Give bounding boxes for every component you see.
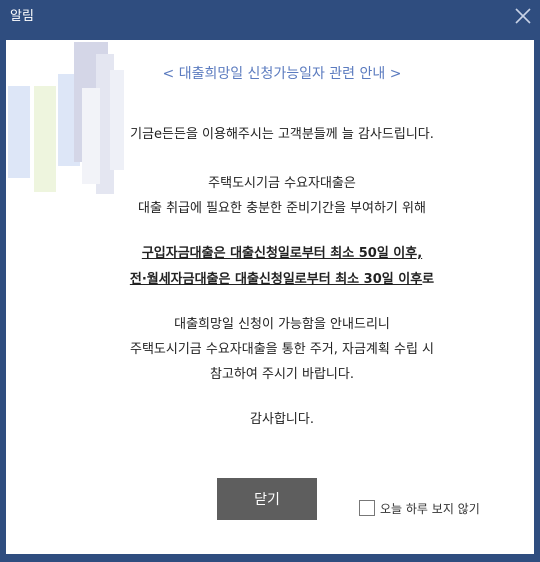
- guidance-line-1: 대출희망일 신청이 가능함을 안내드리니: [174, 317, 390, 332]
- dialog-content: < 대출희망일 신청가능일자 관련 안내 > 기금e든든을 이용해주시는 고객분…: [6, 40, 534, 554]
- lease-loan-rule-tail: 로: [422, 272, 435, 287]
- intro-paragraph: 주택도시기금 수요자대출은 대출 취급에 필요한 충분한 준비기간을 부여하기 …: [6, 171, 534, 221]
- dont-show-today-option[interactable]: 오늘 하루 보지 않기: [359, 498, 480, 518]
- title-bar: 알림: [0, 0, 540, 33]
- guidance-paragraph: 대출희망일 신청이 가능함을 안내드리니 주택도시기금 수요자대출을 통한 주거…: [6, 312, 534, 387]
- notice-dialog: 알림 < 대출희망일 신청가능일자 관련 안내 > 기금e든든을 이용해주시는 …: [0, 0, 540, 562]
- purchase-loan-rule: 구입자금대출은 대출신청일로부터 최소 50일 이후,: [141, 246, 423, 261]
- dialog-title: 알림: [10, 9, 34, 24]
- close-icon[interactable]: [512, 5, 534, 27]
- notice-heading: < 대출희망일 신청가능일자 관련 안내 >: [162, 66, 402, 82]
- guidance-line-2: 주택도시기금 수요자대출을 통한 주거, 자금계획 수립 시: [129, 342, 434, 357]
- dont-show-checkbox[interactable]: [359, 500, 375, 516]
- emphasis-paragraph: 구입자금대출은 대출신청일로부터 최소 50일 이후, 전·월세자금대출은 대출…: [6, 241, 534, 293]
- thanks-text: 감사합니다.: [250, 412, 314, 427]
- lease-loan-rule: 전·월세자금대출은 대출신청일로부터 최소 30일 이후: [129, 272, 423, 287]
- close-button[interactable]: 닫기: [217, 478, 317, 520]
- intro-line-1: 주택도시기금 수요자대출은: [208, 176, 356, 191]
- dont-show-label: 오늘 하루 보지 않기: [380, 501, 480, 516]
- greeting-text: 기금e든든을 이용해주시는 고객분들께 늘 감사드립니다.: [6, 122, 534, 147]
- greeting-line: 기금e든든을 이용해주시는 고객분들께 늘 감사드립니다.: [130, 127, 434, 142]
- intro-line-2: 대출 취급에 필요한 충분한 준비기간을 부여하기 위해: [138, 201, 426, 216]
- guidance-line-3: 참고하여 주시기 바랍니다.: [210, 367, 354, 382]
